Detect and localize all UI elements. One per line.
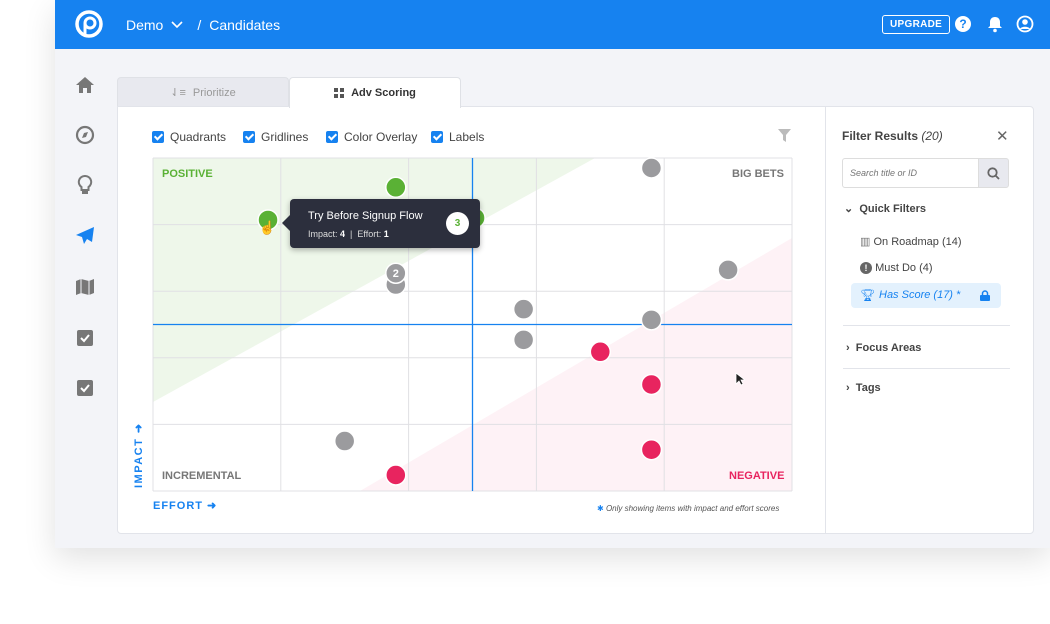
data-point-negative[interactable] [640,373,663,396]
search-icon [987,167,1000,180]
filter-title: Filter Results (20) [842,129,943,143]
chevron-right-icon: › [846,382,850,394]
mouse-cursor-icon [735,372,745,386]
quadrant-label-negative: NEGATIVE [729,470,785,482]
tooltip: Try Before Signup Flow Impact: 4 | Effor… [282,199,480,248]
grid-icon [334,88,345,98]
divider [843,325,1010,326]
asterisk-icon: ✱ [597,504,604,513]
data-point-negative[interactable] [385,464,407,486]
exclamation-icon: ! [860,262,872,274]
filter-must-do[interactable]: ! Must Do (4) [860,262,933,274]
data-point-neutral[interactable] [640,309,663,331]
data-point-neutral[interactable] [512,329,535,351]
data-point-neutral[interactable] [512,298,535,320]
search-button[interactable] [978,158,1009,188]
quadrant-label-positive: POSITIVE [162,168,213,180]
divider [825,106,826,534]
chevron-down-icon: ⌄ [844,203,854,215]
lock-icon [980,290,990,301]
quadrant-label-big-bets: BIG BETS [732,168,784,180]
data-point-neutral[interactable] [640,157,663,179]
tooltip-title: Try Before Signup Flow [308,210,423,222]
trophy-icon: 🏆︎ [860,288,876,302]
tab-adv-scoring[interactable]: Adv Scoring [289,77,461,108]
quadrant-label-incremental: INCREMENTAL [162,470,242,482]
y-axis-label: IMPACT ➜ [133,422,145,488]
divider [843,368,1010,369]
quick-filters-toggle[interactable]: ⌄ Quick Filters [844,202,926,215]
focus-areas-toggle[interactable]: › Focus Areas [846,342,921,354]
hand-cursor-icon: ☝ [259,220,276,235]
tooltip-count-badge: 3 [446,212,469,235]
data-point-neutral[interactable] [717,259,739,281]
filter-on-roadmap[interactable]: ▥ On Roadmap (14) [860,235,962,248]
tags-toggle[interactable]: › Tags [846,382,881,394]
data-point-neutral[interactable] [333,430,356,452]
positive-overlay [153,158,595,402]
scatter-chart: 2 [152,157,793,492]
x-axis-label: EFFORT ➜ [153,500,218,512]
close-icon[interactable]: ✕ [996,127,1009,145]
point-count-label: 2 [393,268,399,280]
chevron-right-icon: › [846,342,850,354]
tab-label: Adv Scoring [351,87,416,99]
data-point-negative[interactable] [589,341,612,363]
data-point-negative[interactable] [640,438,663,461]
filter-label: Has Score (17) * [879,289,961,301]
footnote: ✱ Only showing items with impact and eff… [597,504,780,513]
search-input[interactable] [842,158,979,188]
tooltip-scores: Impact: 4 | Effort: 1 [308,229,389,239]
filter-has-score[interactable]: 🏆︎ Has Score (17) * [851,283,1001,308]
map-icon: ▥ [860,236,871,248]
data-point-positive[interactable] [385,176,407,199]
